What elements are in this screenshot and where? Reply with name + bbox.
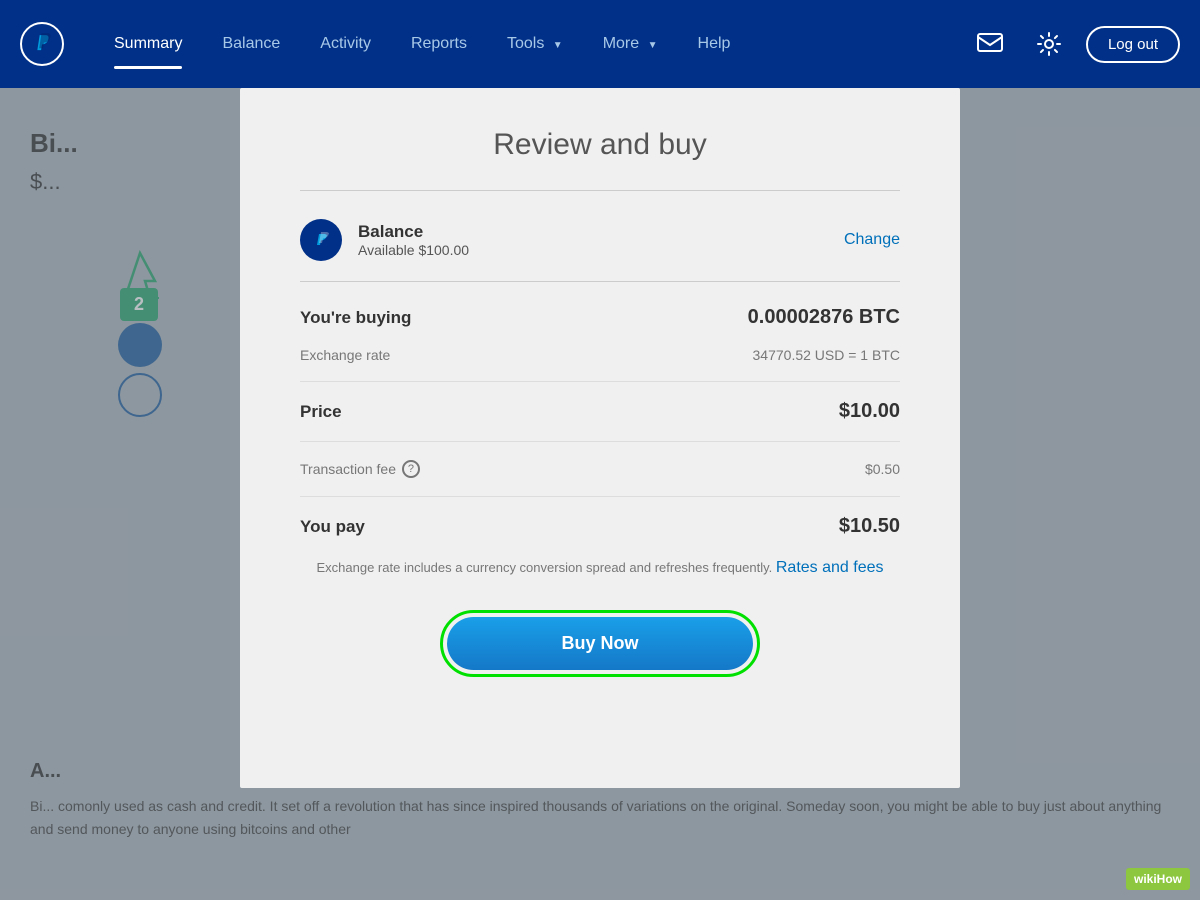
payment-method-row: Balance Available $100.00 Change (300, 219, 900, 282)
settings-button[interactable] (1027, 22, 1071, 66)
modal-title: Review and buy (300, 128, 900, 162)
transaction-fee-value: $0.50 (865, 461, 900, 477)
logout-button[interactable]: Log out (1086, 26, 1180, 63)
transaction-fee-row: Transaction fee ? $0.50 (300, 460, 900, 478)
buying-label: You're buying (300, 308, 411, 328)
nav-help[interactable]: Help (678, 25, 751, 63)
you-pay-row: You pay $10.50 (300, 515, 900, 538)
you-pay-label: You pay (300, 517, 365, 537)
buy-now-button[interactable]: Buy Now (447, 617, 753, 670)
messages-button[interactable] (968, 22, 1012, 66)
more-arrow-icon: ▼ (648, 40, 658, 51)
you-pay-value: $10.50 (839, 515, 900, 538)
nav-tools[interactable]: Tools ▼ (487, 25, 583, 63)
exchange-note: Exchange rate includes a currency conver… (300, 556, 900, 580)
change-payment-link[interactable]: Change (844, 231, 900, 249)
exchange-rate-row: Exchange rate 34770.52 USD = 1 BTC (300, 347, 900, 363)
review-buy-modal: Review and buy Balance Available $100.00… (240, 88, 960, 788)
price-row: Price $10.00 (300, 400, 900, 423)
transaction-fee-label: Transaction fee ? (300, 460, 420, 478)
nav-activity[interactable]: Activity (300, 25, 391, 63)
header-actions: Log out (968, 22, 1180, 66)
divider-1 (300, 381, 900, 382)
buying-value: 0.00002876 BTC (748, 306, 900, 329)
divider-2 (300, 441, 900, 442)
header: Summary Balance Activity Reports Tools ▼… (0, 0, 1200, 88)
divider-3 (300, 496, 900, 497)
modal-overlay: Review and buy Balance Available $100.00… (0, 88, 1200, 900)
price-value: $10.00 (839, 400, 900, 423)
buy-now-wrapper: Buy Now (440, 610, 760, 677)
tools-arrow-icon: ▼ (553, 40, 563, 51)
rates-fees-link[interactable]: Rates and fees (776, 559, 884, 576)
payment-available: Available $100.00 (358, 242, 828, 258)
main-nav: Summary Balance Activity Reports Tools ▼… (94, 25, 968, 63)
nav-more[interactable]: More ▼ (583, 25, 678, 63)
transaction-fee-help-icon[interactable]: ? (402, 460, 420, 478)
wikihow-badge: wikiHow (1126, 868, 1190, 890)
modal-divider-top (300, 190, 900, 191)
nav-summary[interactable]: Summary (94, 25, 202, 63)
price-label: Price (300, 402, 342, 422)
buy-now-container: Buy Now (300, 610, 900, 677)
exchange-rate-label: Exchange rate (300, 347, 390, 363)
paypal-logo (20, 22, 64, 66)
payment-label: Balance (358, 222, 828, 242)
paypal-small-logo (300, 219, 342, 261)
exchange-rate-value: 34770.52 USD = 1 BTC (753, 347, 900, 363)
nav-reports[interactable]: Reports (391, 25, 487, 63)
nav-balance[interactable]: Balance (202, 25, 300, 63)
payment-info: Balance Available $100.00 (358, 222, 828, 258)
buying-row: You're buying 0.00002876 BTC (300, 306, 900, 329)
